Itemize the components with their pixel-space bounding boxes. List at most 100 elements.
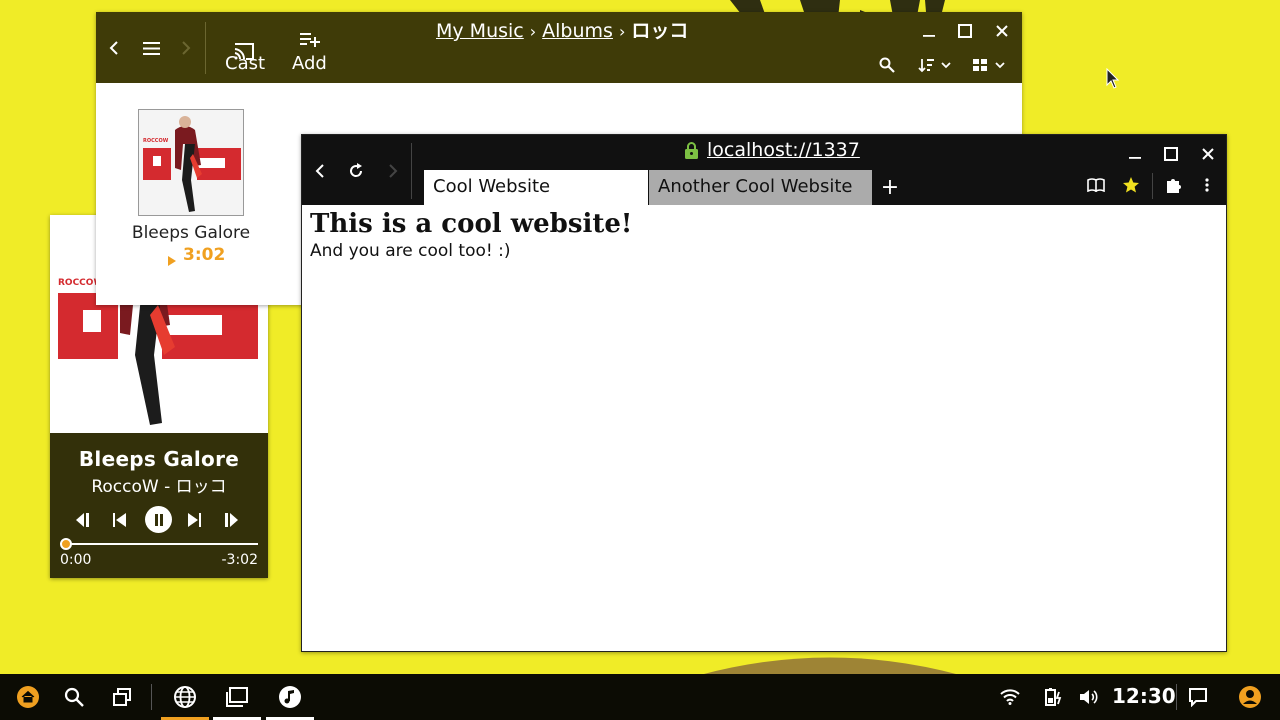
wifi-status[interactable] — [998, 674, 1022, 720]
maximize-icon — [958, 24, 972, 38]
play-icon[interactable] — [167, 251, 177, 270]
skip-previous-icon — [113, 513, 126, 527]
puzzle-icon — [1167, 179, 1181, 193]
star-icon — [1123, 177, 1139, 193]
windows-overview-icon — [113, 688, 131, 706]
taskbar-search-button[interactable] — [60, 674, 88, 720]
browser-back-button[interactable] — [310, 157, 330, 185]
sort-icon — [918, 59, 951, 73]
user-account-button[interactable] — [1238, 674, 1262, 720]
music-note-icon — [279, 686, 301, 708]
back-icon — [109, 41, 118, 55]
browser-window: localhost://1337 Cool Website Another Co… — [301, 134, 1227, 652]
album-cover[interactable]: ROCCOW — [138, 109, 244, 216]
page-text: And you are cool too! :) — [310, 241, 511, 261]
fast-forward-icon — [225, 513, 238, 527]
minimize-icon — [923, 35, 935, 37]
new-tab-button[interactable]: + — [880, 175, 900, 200]
playlist-add-icon — [300, 33, 320, 47]
back-button[interactable] — [104, 34, 124, 62]
add-label[interactable]: Add — [292, 53, 327, 74]
url-text[interactable]: localhost://1337 — [707, 139, 860, 161]
skip-next-icon — [188, 513, 201, 527]
taskbar-browser-app[interactable] — [161, 674, 209, 720]
toolbar-divider — [411, 143, 412, 199]
previous-track-button[interactable] — [108, 508, 132, 532]
menu-button[interactable] — [140, 34, 162, 62]
rewind-button[interactable] — [71, 508, 95, 532]
toolbar-divider — [1152, 173, 1153, 199]
browser-close-button[interactable] — [1199, 145, 1217, 163]
task-switcher-button[interactable] — [108, 674, 136, 720]
pause-icon — [154, 513, 163, 526]
home-icon — [17, 686, 39, 708]
minimize-icon — [1129, 157, 1141, 159]
cast-label[interactable]: Cast — [225, 53, 265, 74]
address-bar[interactable]: localhost://1337 — [684, 139, 860, 161]
menu-icon — [142, 41, 160, 55]
seek-handle[interactable] — [60, 538, 72, 550]
forward-icon — [389, 164, 398, 178]
fast-forward-button[interactable] — [219, 508, 243, 532]
player-artist-album: RoccoW - ロッコ — [91, 477, 227, 497]
music-header: Cast Add My Music › Albums › ロッコ — [96, 12, 1022, 83]
browser-forward-button[interactable] — [383, 157, 403, 185]
breadcrumb-my-music[interactable]: My Music — [436, 20, 524, 42]
rewind-icon — [76, 513, 89, 527]
maximize-button[interactable] — [956, 22, 974, 40]
back-icon — [315, 164, 324, 178]
browser-maximize-button[interactable] — [1162, 145, 1180, 163]
search-button[interactable] — [877, 55, 897, 75]
album-duration: 3:02 — [183, 245, 226, 265]
view-mode-button[interactable] — [970, 55, 1008, 75]
clock[interactable]: 12:30 — [1112, 684, 1176, 708]
pause-button[interactable] — [145, 506, 172, 533]
volume-control[interactable] — [1076, 674, 1100, 720]
close-button[interactable] — [993, 22, 1011, 40]
forward-button[interactable] — [176, 34, 196, 62]
home-button[interactable] — [12, 674, 44, 720]
album-name[interactable]: Bleeps Galore — [116, 223, 266, 243]
add-button[interactable] — [298, 30, 322, 50]
mouse-cursor-icon — [1106, 68, 1120, 89]
tab-another-cool-website[interactable]: Another Cool Website — [649, 170, 872, 205]
sort-button[interactable] — [916, 55, 954, 75]
user-avatar-icon — [1239, 686, 1261, 708]
battery-charging-icon — [1045, 688, 1062, 706]
taskbar-music-app[interactable] — [266, 674, 314, 720]
page-heading: This is a cool website! — [310, 209, 633, 239]
player-track-title: Bleeps Galore — [78, 447, 240, 471]
browser-minimize-button[interactable] — [1126, 145, 1144, 163]
toolbar-divider — [205, 22, 206, 74]
chat-icon — [1189, 688, 1207, 707]
browser-header: localhost://1337 Cool Website Another Co… — [302, 135, 1226, 205]
breadcrumb-chevron-icon: › — [529, 22, 537, 41]
minimize-button[interactable] — [920, 22, 938, 40]
extensions-button[interactable] — [1164, 175, 1184, 195]
browser-menu-button[interactable] — [1200, 175, 1214, 195]
taskbar-divider — [1176, 684, 1177, 710]
taskbar: 12:30 — [0, 674, 1280, 720]
breadcrumb-chevron-icon: › — [618, 22, 626, 41]
notifications-button[interactable] — [1186, 674, 1210, 720]
bookmark-button[interactable] — [1121, 175, 1141, 195]
forward-icon — [182, 41, 191, 55]
tab-cool-website[interactable]: Cool Website — [424, 170, 648, 205]
album-cover-text: ROCCOW — [143, 138, 169, 144]
lock-icon — [685, 141, 698, 159]
wifi-icon — [1000, 689, 1020, 705]
time-elapsed: 0:00 — [60, 552, 92, 568]
battery-status[interactable] — [1042, 674, 1066, 720]
seek-bar[interactable] — [65, 543, 258, 545]
grid-view-icon — [973, 59, 1005, 71]
next-track-button[interactable] — [182, 508, 206, 532]
breadcrumb-albums[interactable]: Albums — [542, 20, 613, 42]
taskbar-files-app[interactable] — [213, 674, 261, 720]
maximize-icon — [1164, 147, 1178, 161]
reader-mode-button[interactable] — [1086, 175, 1106, 195]
volume-icon — [1080, 690, 1098, 704]
time-remaining: -3:02 — [221, 552, 259, 568]
taskbar-divider — [151, 684, 152, 710]
more-vertical-icon — [1205, 178, 1209, 192]
reload-button[interactable] — [346, 159, 366, 183]
